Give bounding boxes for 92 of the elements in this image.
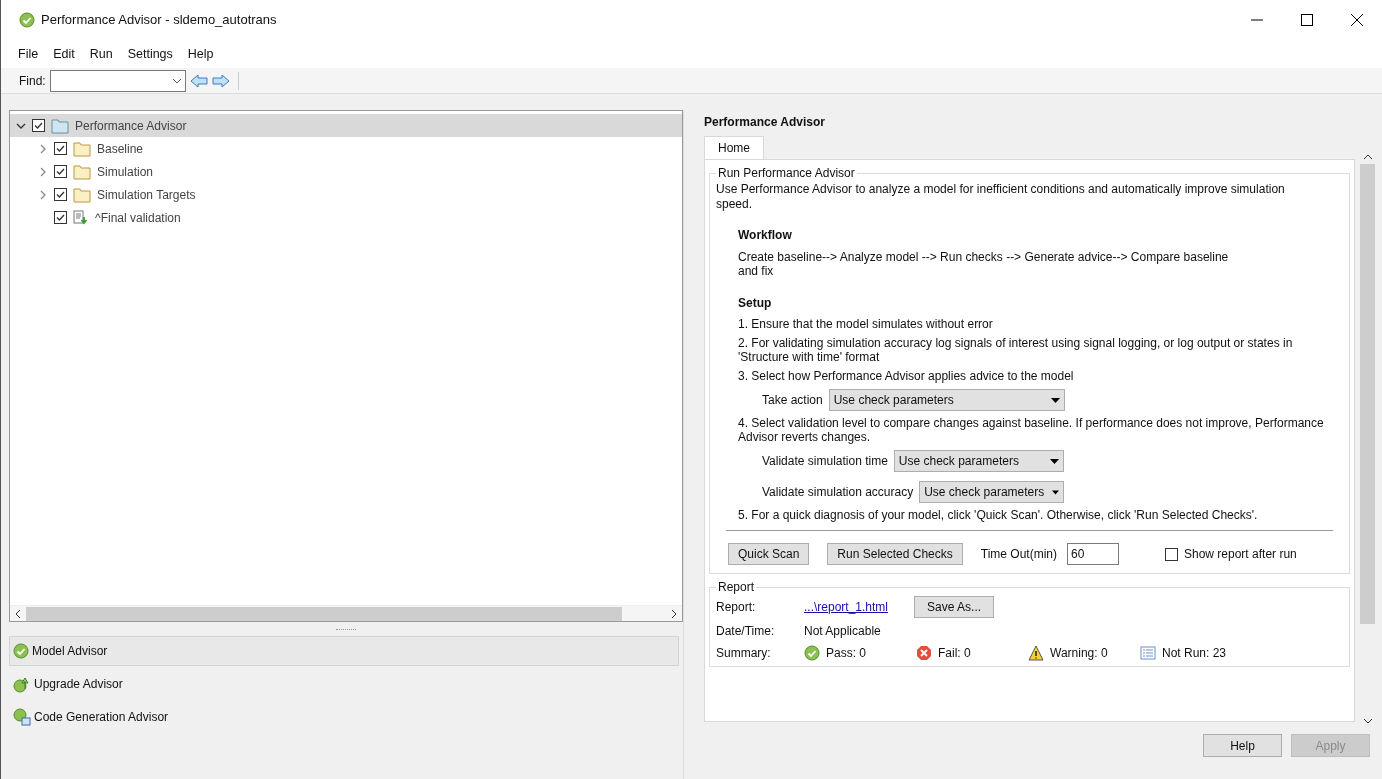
step-text: 1. Ensure that the model simulates without error [738,317,994,331]
dialog-button[interactable]: Help [1203,734,1282,757]
tree-item-label: Performance Advisor [75,117,187,135]
tree-item[interactable]: Performance Advisor [10,114,682,137]
tree-item[interactable]: Baseline [10,137,682,160]
intro-text: Use Performance Advisor to analyze a model for inefficient conditions and automatically improve simulation speed. [716,182,1286,212]
group-title: Run Performance Advisor [717,165,856,182]
dropdown[interactable]: Use check parameters [828,389,1065,411]
folder-icon [73,163,91,180]
fail-icon [916,645,932,661]
checkbox[interactable] [54,211,67,224]
dropdown-arrow-icon [1049,458,1059,464]
close-icon [1351,14,1363,26]
field-value: Not Applicable [804,623,882,640]
chevron-right-icon[interactable] [38,166,48,177]
step-text: 2. For validating simulation accuracy log signals of interest using signal logging, or log output or states in 'Structure with time' format [738,336,1294,364]
checkbox[interactable] [54,165,67,178]
window-title: Performance Advisor - sldemo_autotrans [41,11,277,30]
group-title: Report [717,579,756,596]
advisor-label: Model Advisor [32,643,108,660]
field-label: Report: [716,599,757,616]
chevron-down-icon [171,77,182,84]
horizontal-scrollbar[interactable] [10,605,682,621]
menu-item[interactable]: Run [82,44,120,64]
timeout-label: Time Out(min) [980,546,1057,563]
find-label: Find: [19,72,46,90]
menu-item[interactable]: File [11,44,46,64]
tree-item[interactable]: Simulation Targets [10,183,682,206]
dropdown-arrow-icon [1052,489,1060,495]
check-keyboard-icon [13,708,31,726]
tree-item-label: Baseline [97,140,144,158]
pass-icon [804,645,820,661]
advisor-item[interactable]: Model Advisor [9,636,679,666]
tab[interactable]: Home [704,136,764,159]
folder-icon [73,186,91,203]
maximize-icon [1301,14,1313,26]
summary-count: Pass: 0 [826,645,867,662]
dialog-button: Apply [1291,734,1370,757]
dropdown[interactable]: Use check parameters [893,450,1064,472]
checkbox[interactable] [54,142,67,155]
dropdown-label: Take action [762,392,823,409]
tree-item-label: ^Final validation [95,209,181,227]
advisor-item[interactable]: Code Generation Advisor [9,702,679,732]
document-arrow-icon [73,209,89,226]
action-button[interactable]: Run Selected Checks [827,543,963,565]
list-icon [1140,645,1156,661]
section-heading: Workflow [738,227,793,244]
summary-count: Fail: 0 [938,645,971,662]
action-button[interactable]: Quick Scan [728,543,810,565]
dropdown-arrow-icon [1050,397,1060,403]
panel-title: Performance Advisor [704,114,826,131]
dropdown[interactable]: Use check parameters [919,481,1065,503]
step-text: 4. Select validation level to compare changes against baseline. If performance does not improve, Performance Advisor reverts changes. [738,416,1325,444]
advisor-label: Code Generation Advisor [34,709,169,726]
app-icon [19,12,35,28]
check-circle-icon [13,643,29,659]
dropdown-label: Validate simulation accuracy [762,484,914,501]
tree-item-label: Simulation Targets [97,186,196,204]
step-text: 3. Select how Performance Advisor applies advice to the model [738,369,1075,383]
find-field[interactable] [49,69,186,92]
folder-icon [51,117,69,134]
advisor-item[interactable]: Upgrade Advisor [9,669,679,699]
section-heading: Setup [738,295,773,312]
timeout-field[interactable]: 60 [1067,543,1119,565]
forward-arrow-icon[interactable] [211,73,230,88]
advisor-label: Upgrade Advisor [34,676,123,693]
chevron-right-icon[interactable] [38,143,48,154]
menu-item[interactable]: Help [180,44,221,64]
report-link[interactable]: ...\report_1.html [804,598,889,616]
summary-count: Warning: 0 [1050,645,1108,662]
folder-icon [73,140,91,157]
checkbox[interactable] [54,188,67,201]
summary-count: Not Run: 23 [1162,645,1227,662]
minimize-icon [1251,19,1263,21]
checkbox-label: Show report after run [1184,546,1297,563]
tree-item[interactable]: ^Final validation [10,206,682,229]
menu-item[interactable]: Edit [46,44,82,64]
field-label: Summary: [716,645,772,662]
save-as-button[interactable]: Save As... [914,596,995,618]
check-arrow-up-icon [13,675,31,693]
checkbox[interactable] [32,119,45,132]
chevron-right-icon[interactable] [38,189,48,200]
tree-item-label: Simulation [97,163,154,181]
checkbox[interactable] [1165,547,1178,561]
menu-item[interactable]: Settings [120,44,180,64]
warning-icon [1028,645,1044,661]
tree-item[interactable]: Simulation [10,160,682,183]
step-text: 5. For a quick diagnosis of your model, click 'Quick Scan'. Otherwise, click 'Run Selected Checks'. [738,508,1259,522]
field-label: Date/Time: [716,623,776,640]
workflow-text: Create baseline--> Analyze model --> Run checks --> Generate advice--> Compare baseline and fix [738,250,1230,278]
back-arrow-icon[interactable] [189,73,208,88]
dropdown-label: Validate simulation time [762,453,888,470]
